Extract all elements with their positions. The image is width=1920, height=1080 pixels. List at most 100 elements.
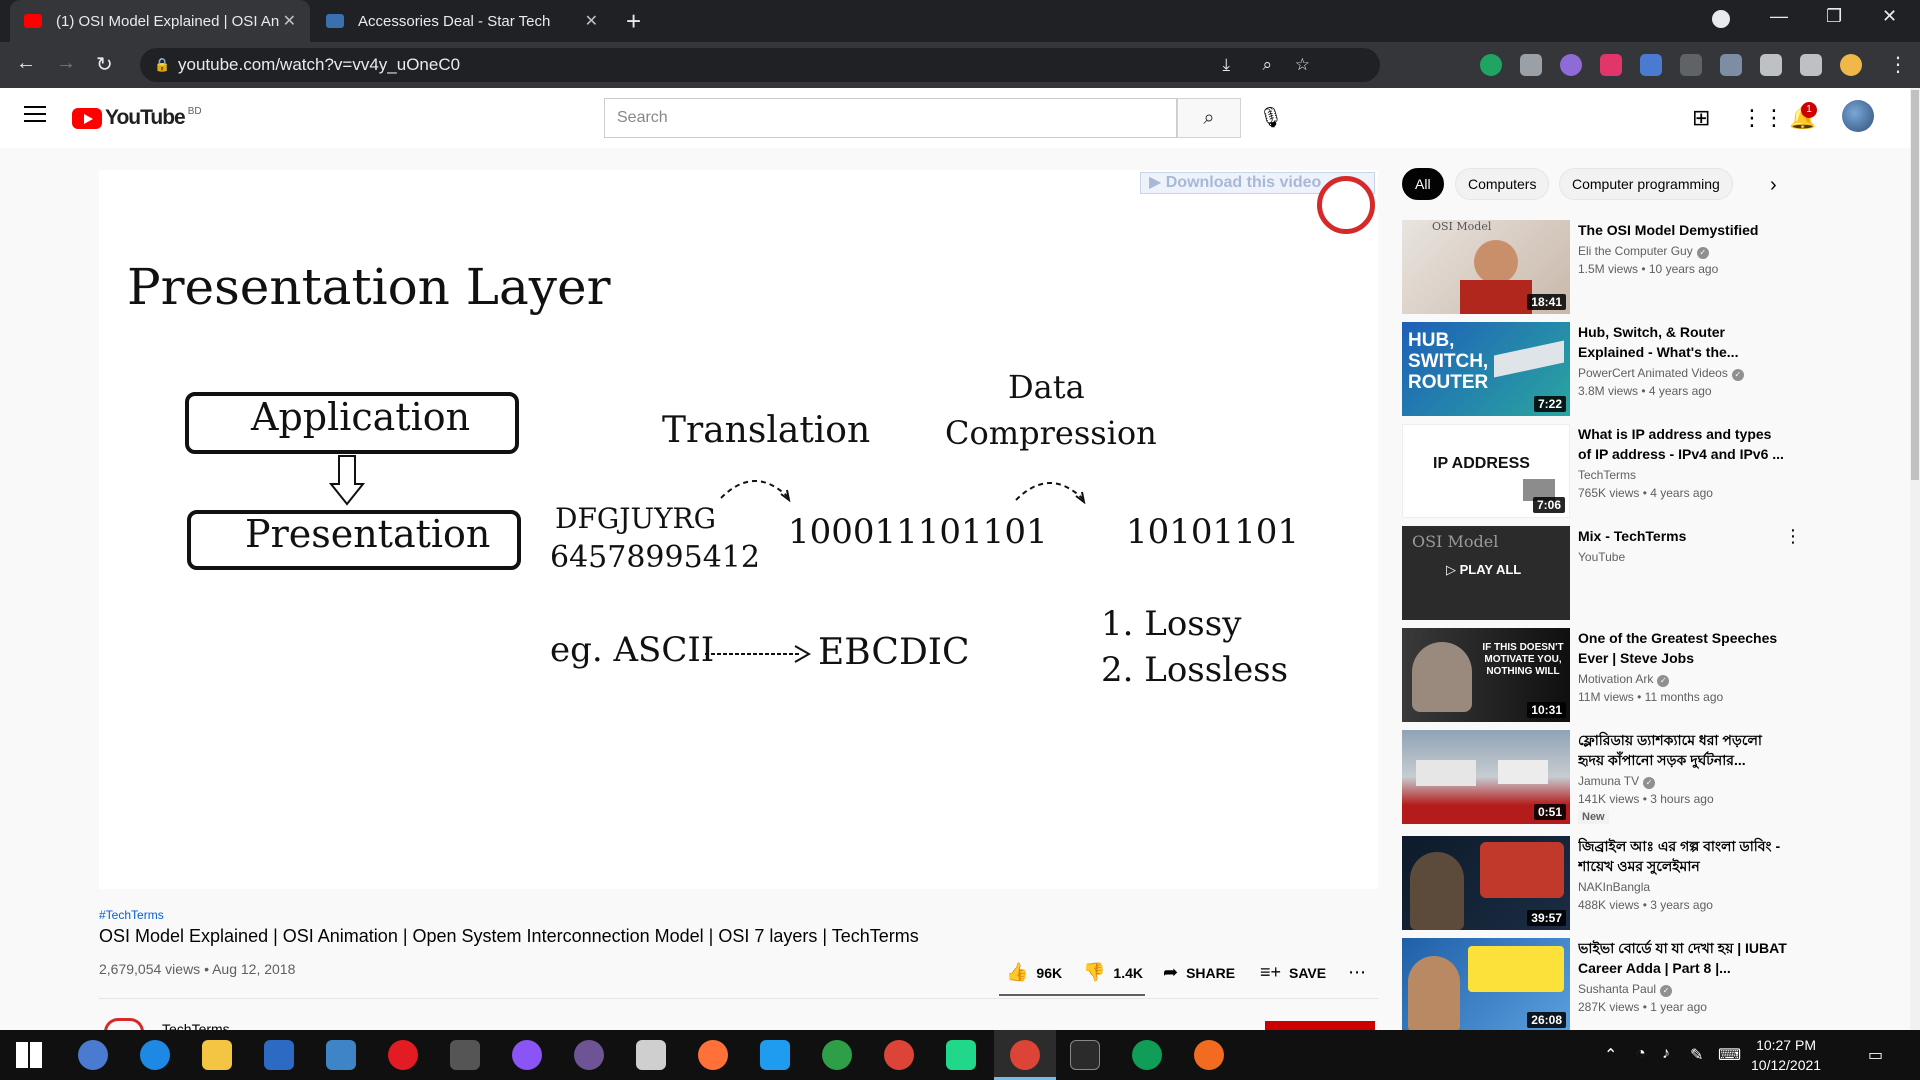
- volume-icon[interactable]: ♪: [1662, 1045, 1670, 1063]
- file-explorer-icon[interactable]: [202, 1040, 232, 1070]
- vscode-icon[interactable]: [760, 1040, 790, 1070]
- keyboard-icon[interactable]: ⌨: [1718, 1045, 1741, 1065]
- grammarly-extension-icon[interactable]: [1480, 54, 1502, 76]
- wifi-icon[interactable]: ◔: [1636, 1045, 1646, 1063]
- pen-extension-icon[interactable]: [1720, 54, 1742, 76]
- back-icon[interactable]: ←: [16, 52, 36, 75]
- reading-list-icon[interactable]: [1800, 54, 1822, 76]
- close-tab-icon[interactable]: ✕: [283, 11, 296, 31]
- app-icon[interactable]: [1194, 1040, 1224, 1070]
- puzzle-extensions-icon[interactable]: [1760, 54, 1782, 76]
- search-button[interactable]: ⌕: [1177, 98, 1241, 138]
- chrome-profile-icon[interactable]: [1132, 1040, 1162, 1070]
- scrollbar-thumb[interactable]: [1911, 90, 1919, 480]
- tab-youtube[interactable]: (1) OSI Model Explained | OSI An ✕: [10, 0, 310, 42]
- video-thumbnail[interactable]: OSI Model ▷ PLAY ALL: [1402, 526, 1570, 620]
- github-icon[interactable]: [574, 1040, 604, 1070]
- recommendation-item[interactable]: 39:57 জিব্রাইল আঃ এর গল্প বাংলা ডাবিং - …: [1402, 836, 1802, 930]
- video-player[interactable]: ▶ Download this video Presentation Layer…: [99, 170, 1378, 889]
- tray-chevron-up-icon[interactable]: ⌃: [1604, 1045, 1617, 1065]
- dislike-button[interactable]: 👎 1.4K: [1083, 962, 1143, 983]
- zoom-icon[interactable]: ⌕: [1262, 48, 1272, 82]
- hashtag-link[interactable]: #TechTerms: [99, 908, 164, 922]
- opera-icon[interactable]: [388, 1040, 418, 1070]
- app-icon[interactable]: [822, 1040, 852, 1070]
- video-thumbnail[interactable]: 39:57: [1402, 836, 1570, 930]
- sample-number: 64578995412: [550, 540, 760, 575]
- address-bar[interactable]: 🔒 youtube.com/watch?v=vv4y_uOneC0 ⤓ ⌕ ☆: [140, 48, 1380, 82]
- notification-center-icon[interactable]: ▭: [1868, 1045, 1883, 1065]
- pycharm-icon[interactable]: [946, 1040, 976, 1070]
- chrome-menu-icon[interactable]: ⋮: [1888, 52, 1908, 77]
- video-thumbnail[interactable]: 0:51: [1402, 730, 1570, 824]
- recommendation-item[interactable]: 26:08 ভাইভা বোর্ডে যা যা দেখা হয় | IUBA…: [1402, 938, 1802, 1032]
- chip-computer-programming[interactable]: Computer programming: [1559, 168, 1733, 200]
- recommendation-item[interactable]: OSI Model ▷ PLAY ALL Mix - TechTerms You…: [1402, 526, 1802, 620]
- thumb-figure: [1408, 956, 1460, 1032]
- recommendation-item[interactable]: IP ADDRESS 7:06 What is IP address and t…: [1402, 424, 1802, 518]
- mail-icon[interactable]: [326, 1040, 356, 1070]
- camera-extension-icon[interactable]: [1520, 54, 1542, 76]
- chevron-right-icon[interactable]: ›: [1770, 174, 1777, 197]
- recommendation-item[interactable]: 0:51 ফ্লোরিডায় ড্যাশক্যামে ধরা পড়লো হৃ…: [1402, 730, 1802, 824]
- youtube-logo[interactable]: YouTube BD: [72, 106, 202, 130]
- tab-search-icon[interactable]: [1712, 10, 1730, 28]
- download-extension-icon[interactable]: [1640, 54, 1662, 76]
- video-thumbnail[interactable]: IF THIS DOESN'T MOTIVATE YOU, NOTHING WI…: [1402, 628, 1570, 722]
- video-thumbnail[interactable]: OSI Model 18:41: [1402, 220, 1570, 314]
- search-input[interactable]: Search: [604, 98, 1177, 138]
- tab-startech[interactable]: Accessories Deal - Star Tech ✕: [312, 0, 612, 42]
- browser-toolbar: ← → ↻ 🔒 youtube.com/watch?v=vv4y_uOneC0 …: [0, 42, 1920, 88]
- recommendation-item[interactable]: HUB, SWITCH, ROUTER 7:22 Hub, Switch, & …: [1402, 322, 1802, 416]
- channel-watermark-icon[interactable]: [1317, 176, 1375, 234]
- video-thumbnail[interactable]: 26:08: [1402, 938, 1570, 1032]
- pen-icon[interactable]: ✎: [1690, 1045, 1703, 1065]
- profile-icon[interactable]: [1840, 54, 1862, 76]
- more-actions-button[interactable]: ⋯: [1348, 962, 1374, 983]
- voice-search-icon[interactable]: 🎙: [1255, 102, 1287, 134]
- recommendation-item[interactable]: IF THIS DOESN'T MOTIVATE YOU, NOTHING WI…: [1402, 628, 1802, 722]
- binary-long: 100011101101: [788, 512, 1048, 552]
- reload-icon[interactable]: ↻: [96, 52, 113, 77]
- hamburger-menu-icon[interactable]: [24, 106, 46, 122]
- video-thumbnail[interactable]: HUB, SWITCH, ROUTER 7:22: [1402, 322, 1570, 416]
- qbittorrent-icon[interactable]: [78, 1040, 108, 1070]
- edge-icon[interactable]: [140, 1040, 170, 1070]
- share-button[interactable]: ➦ SHARE: [1163, 962, 1235, 983]
- rec-channel: YouTube: [1578, 550, 1626, 564]
- terminal-icon[interactable]: [1070, 1040, 1100, 1070]
- more-vertical-icon[interactable]: ⋮: [1784, 526, 1802, 547]
- apps-grid-icon[interactable]: ⋮⋮: [1741, 105, 1785, 131]
- down-arrow-icon: [329, 455, 365, 506]
- chip-all[interactable]: All: [1402, 168, 1444, 200]
- store-icon[interactable]: [264, 1040, 294, 1070]
- app-icon[interactable]: [636, 1040, 666, 1070]
- extension-icon[interactable]: [1560, 54, 1582, 76]
- close-tab-icon[interactable]: ✕: [585, 11, 598, 31]
- video-thumbnail[interactable]: IP ADDRESS 7:06: [1402, 424, 1570, 518]
- firefox-icon[interactable]: [698, 1040, 728, 1070]
- avatar[interactable]: [1842, 100, 1874, 132]
- save-button[interactable]: ≡+ SAVE: [1260, 962, 1326, 983]
- close-window-icon[interactable]: ✕: [1882, 6, 1897, 27]
- application-label: Application: [251, 395, 471, 439]
- app-icon[interactable]: [450, 1040, 480, 1070]
- taskbar-clock[interactable]: 10:27 PM 10/12/2021: [1751, 1035, 1821, 1075]
- forward-icon[interactable]: →: [56, 52, 76, 75]
- chrome-icon[interactable]: [1010, 1040, 1040, 1070]
- extension-icon[interactable]: [1600, 54, 1622, 76]
- chip-computers[interactable]: Computers: [1455, 168, 1550, 200]
- page-scrollbar[interactable]: [1910, 88, 1920, 1030]
- bookmark-star-icon[interactable]: ☆: [1295, 48, 1310, 82]
- create-video-icon[interactable]: ⊞: [1692, 105, 1710, 131]
- recommendation-item[interactable]: OSI Model 18:41 The OSI Model Demystifie…: [1402, 220, 1802, 314]
- install-icon[interactable]: ⤓: [1222, 48, 1230, 82]
- restore-icon[interactable]: ❐: [1826, 6, 1842, 27]
- new-tab-plus-icon[interactable]: +: [626, 6, 641, 37]
- messenger-icon[interactable]: [512, 1040, 542, 1070]
- chrome-icon[interactable]: [884, 1040, 914, 1070]
- like-button[interactable]: 👍 96K: [1006, 962, 1062, 983]
- windows-start-icon[interactable]: [16, 1042, 42, 1068]
- minimize-icon[interactable]: —: [1770, 6, 1788, 27]
- extension-icon[interactable]: [1680, 54, 1702, 76]
